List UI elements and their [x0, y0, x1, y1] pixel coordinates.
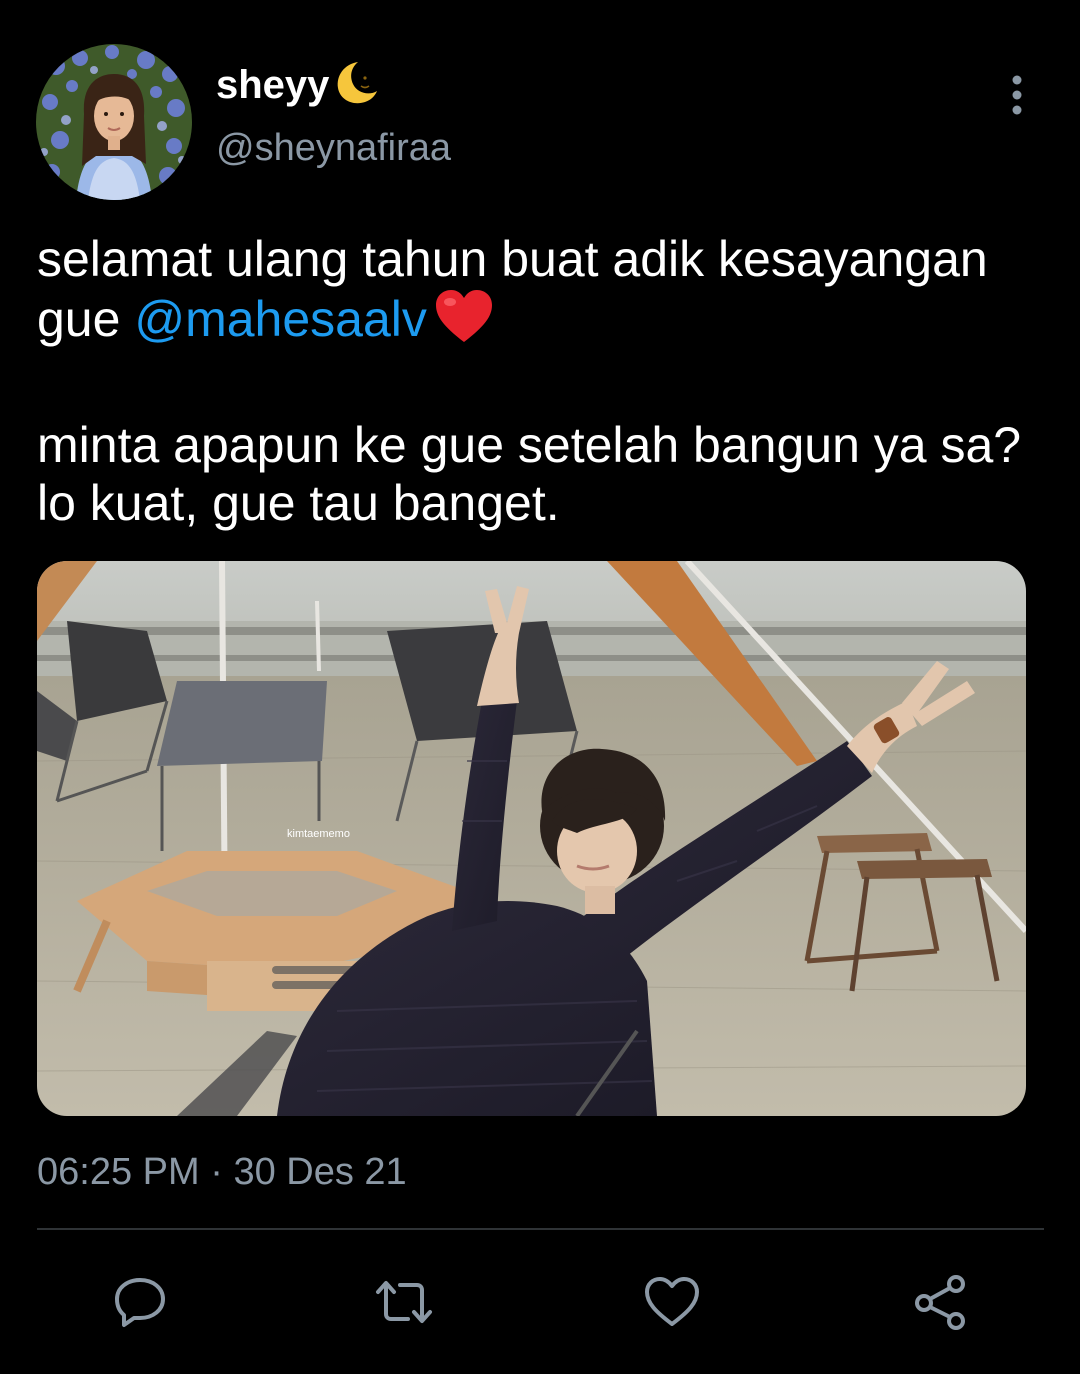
user-handle[interactable]: @sheynafiraa: [216, 124, 451, 172]
tweet-text: selamat ulang tahun buat adik kesayangan…: [37, 230, 1047, 532]
like-icon: [645, 1277, 699, 1326]
share-icon: [915, 1275, 965, 1330]
tweet-date: 30 Des 21: [233, 1151, 407, 1193]
tweet-image[interactable]: kimtaememo: [37, 561, 1026, 1116]
red-heart-emoji-icon: [433, 288, 495, 358]
tweet-paragraph-1: selamat ulang tahun buat adik kesayangan…: [37, 230, 1047, 358]
retweet-button[interactable]: [374, 1272, 434, 1332]
more-vertical-icon: [1012, 75, 1022, 115]
retweet-icon: [376, 1281, 432, 1323]
avatar[interactable]: [36, 44, 192, 200]
crescent-moon-icon: [331, 58, 379, 118]
image-watermark: kimtaememo: [287, 828, 350, 840]
more-options-button[interactable]: [996, 70, 1038, 120]
reply-icon: [115, 1278, 165, 1327]
divider: [37, 1228, 1044, 1230]
display-name-text: sheyy: [216, 63, 330, 107]
mention-link[interactable]: @mahesaalv: [134, 291, 427, 347]
tweet-timestamp[interactable]: 06:25 PM · 30 Des 21: [37, 1148, 407, 1196]
tweet-time: 06:25 PM: [37, 1151, 200, 1193]
timestamp-separator: ·: [210, 1151, 223, 1193]
tweet-paragraph-2: minta apapun ke gue setelah bangun ya sa…: [37, 417, 1022, 531]
reply-button[interactable]: [110, 1272, 170, 1332]
share-button[interactable]: [910, 1272, 970, 1332]
like-button[interactable]: [642, 1272, 702, 1332]
display-name[interactable]: sheyy: [216, 58, 379, 118]
